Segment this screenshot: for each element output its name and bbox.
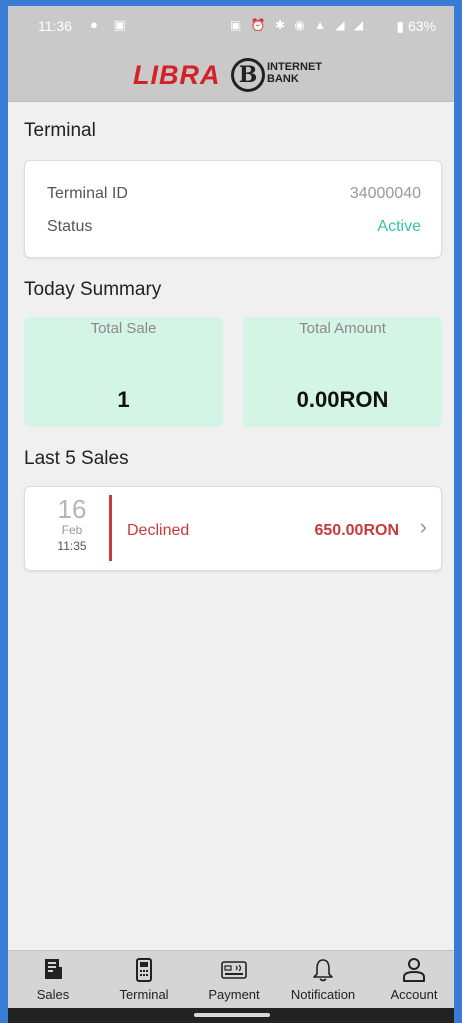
nav-label-account: Account [390,987,438,1002]
battery-icon: ▮ [396,18,405,34]
logo-wordmark: LIBRA [133,60,221,90]
system-status-icons: ▣ ⏰ ✱ ◉ ▲ ◢ ◢ [230,18,367,32]
sales-section-title: Last 5 Sales [24,448,129,469]
bell-icon [313,959,333,982]
status-bar: 11:36 ● ▣ ▣ ⏰ ✱ ◉ ▲ ◢ ◢ ▮ 63% [8,6,454,46]
sale-status-bar [109,495,112,561]
nav-label-notification: Notification [290,987,356,1002]
nav-item-notification[interactable]: Notification [283,957,363,1002]
sale-amount: 650.00RON [314,522,400,539]
sale-date: 16 Feb 11:35 [51,495,93,555]
sale-day: 16 [57,494,87,524]
total-amount-tile: Total Amount 0.00RON [243,317,442,427]
logo-mark: B [231,58,265,92]
phone-screen: 11:36 ● ▣ ▣ ⏰ ✱ ◉ ▲ ◢ ◢ ▮ 63% LIBRA B IN… [8,6,454,1023]
summary-section-title: Today Summary [24,279,162,300]
chevron-right-icon: › [419,514,427,539]
total-sale-tile: Total Sale 1 [24,317,223,427]
terminal-section-title: Terminal [24,120,96,141]
status-label: Status [47,218,93,235]
battery-indicator: ▮ 63% [396,18,436,35]
total-sale-value: 1 [117,387,130,412]
bottom-navigation: Sales Terminal Payment Notification Acco… [8,950,454,1009]
total-sale-label: Total Sale [90,320,157,337]
status-badge: Active [377,218,421,235]
system-navigation-bar [8,1008,454,1023]
nav-label-sales: Sales [36,987,70,1002]
app-header: LIBRA B INTERNET BANK [8,46,454,102]
status-time: 11:36 [38,18,72,34]
sale-month: Feb [61,523,83,537]
card-payment-icon [221,961,247,979]
nav-label-payment: Payment [208,987,260,1002]
terminal-icon [136,958,152,982]
nav-label-terminal: Terminal [119,987,169,1002]
terminal-card: Terminal ID 34000040 Status Active [24,160,442,258]
terminal-id-label: Terminal ID [47,185,128,202]
home-gesture-handle[interactable] [194,1013,270,1017]
nav-item-payment[interactable]: Payment [194,957,274,1002]
total-amount-label: Total Amount [299,320,386,337]
sale-time: 11:35 [57,539,87,553]
total-amount-value: 0.00RON [296,387,389,412]
nav-item-sales[interactable]: Sales [13,957,93,1002]
logo-subtitle: INTERNET BANK [267,61,322,85]
nav-item-account[interactable]: Account [374,957,454,1002]
terminal-id-value: 34000040 [349,185,421,202]
sales-receipt-icon [45,959,62,979]
user-icon [403,958,425,982]
sale-status: Declined [127,522,190,539]
nav-item-terminal[interactable]: Terminal [104,957,184,1002]
sale-list-item[interactable]: 16 Feb 11:35 Declined 650.00RON › [24,486,442,571]
battery-level: 63% [407,18,436,34]
notification-icons: ● ▣ [90,17,132,32]
